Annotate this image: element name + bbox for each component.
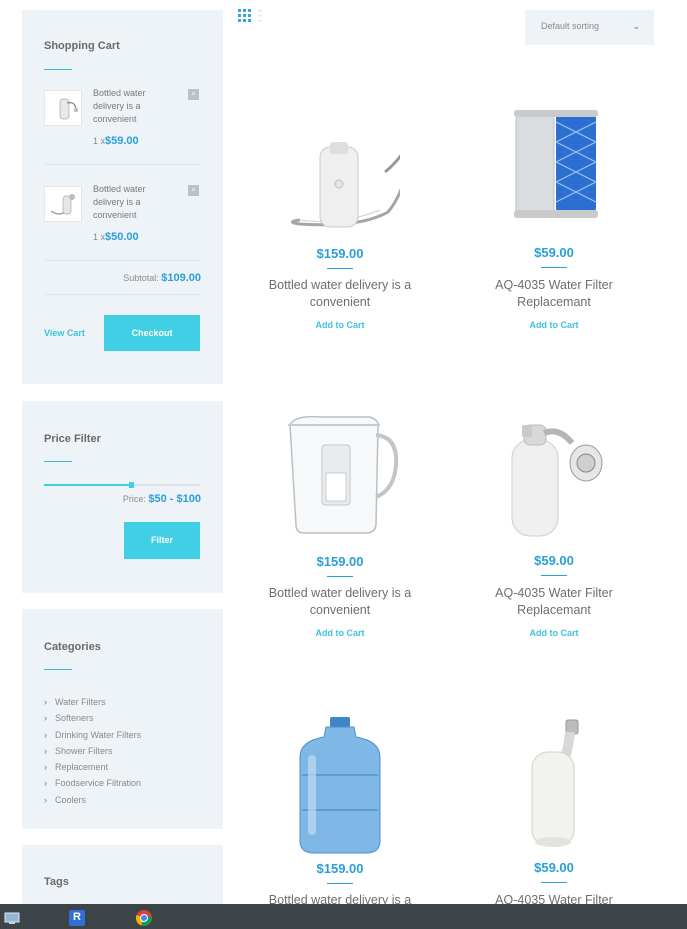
categories-widget: Categories › Water Filters › Softeners › Dr… [22,609,223,829]
product-image[interactable] [280,715,400,855]
category-label[interactable]: Water Filters [55,697,106,707]
category-item[interactable]: › Shower Filters [44,743,141,759]
slider-handle-max[interactable] [129,482,135,488]
subtotal-value: $109.00 [161,272,201,284]
title-underline [44,669,72,670]
computer-icon[interactable] [4,910,20,926]
chevron-right-icon: › [44,745,47,756]
chevron-right-icon: › [44,778,47,789]
slider-fill [44,484,132,486]
chevron-right-icon: › [44,794,47,805]
shopping-cart-widget: Shopping Cart Bottled water delivery is … [22,10,223,384]
price-filter-widget: Price Filter Price: $50 - $100 Filter [22,401,223,593]
widget-title: Tags [44,876,69,888]
category-label[interactable]: Shower Filters [55,746,113,756]
category-item[interactable]: › Softeners [44,710,141,726]
chevron-right-icon: › [44,729,47,740]
remove-item-button[interactable]: × [188,89,199,100]
category-item[interactable]: › Replacement [44,759,141,775]
category-label[interactable]: Drinking Water Filters [55,730,141,740]
chevron-right-icon: › [44,762,47,773]
widget-title: Shopping Cart [44,40,120,52]
product-price: $59.00 [534,860,574,875]
title-underline [44,461,72,462]
category-label[interactable]: Replacement [55,762,108,772]
product-price: $159.00 [316,861,364,876]
cart-item-qty: 1 x [93,232,106,242]
chevron-right-icon: › [44,713,47,724]
cart-item-thumbnail[interactable] [44,186,82,222]
cart-item-thumbnail[interactable] [44,90,82,126]
r-app-letter: R [73,911,81,923]
cart-item-qty: 1 x [93,136,106,146]
cart-item-name[interactable]: Bottled water delivery is a convenient [93,87,171,126]
category-label[interactable]: Softeners [55,713,94,723]
category-item[interactable]: › Coolers [44,792,141,808]
chevron-right-icon: › [44,697,47,707]
divider [44,164,200,165]
price-label: Price: [122,494,146,504]
cart-item-quantity: 1 x$50.00 [93,231,139,243]
product-card: $59.00 AQ-4035 Water Filter [459,0,649,907]
divider [44,294,200,295]
tags-widget: Tags [22,845,223,904]
price-underline [327,883,353,884]
r-app-icon[interactable]: R [69,910,85,926]
category-item[interactable]: › Water Filters [44,694,141,710]
widget-title: Price Filter [44,433,101,445]
cart-item-price: $59.00 [105,135,139,147]
os-taskbar: R [0,904,687,929]
category-list: › Water Filters › Softeners › Drinking Wate… [44,694,141,808]
view-cart-link[interactable]: View Cart [44,328,85,338]
category-item[interactable]: › Foodservice Filtration [44,775,141,791]
price-range-slider[interactable] [44,482,200,488]
price-range-label: Price: $50 - $100 [123,493,201,505]
cart-item-quantity: 1 x$59.00 [93,135,139,147]
category-label[interactable]: Foodservice Filtration [55,778,141,788]
subtotal-label: Subtotal: [123,273,159,283]
chrome-icon[interactable] [135,910,152,926]
remove-item-button[interactable]: × [188,185,199,196]
widget-title: Categories [44,641,101,653]
checkout-button[interactable]: Checkout [104,315,200,351]
cart-item-price: $50.00 [105,231,139,243]
price-underline [541,882,567,883]
category-label[interactable]: Coolers [55,795,86,805]
cart-item-name[interactable]: Bottled water delivery is a convenient [93,183,171,222]
product-image[interactable] [494,712,614,852]
title-underline [44,69,72,70]
price-range-value: $50 - $100 [148,493,201,505]
product-card: $159.00 Bottled water delivery is a [245,0,435,907]
divider [44,260,200,261]
cart-subtotal: Subtotal: $109.00 [123,272,201,284]
filter-button[interactable]: Filter [124,522,200,559]
category-item[interactable]: › Drinking Water Filters [44,727,141,743]
